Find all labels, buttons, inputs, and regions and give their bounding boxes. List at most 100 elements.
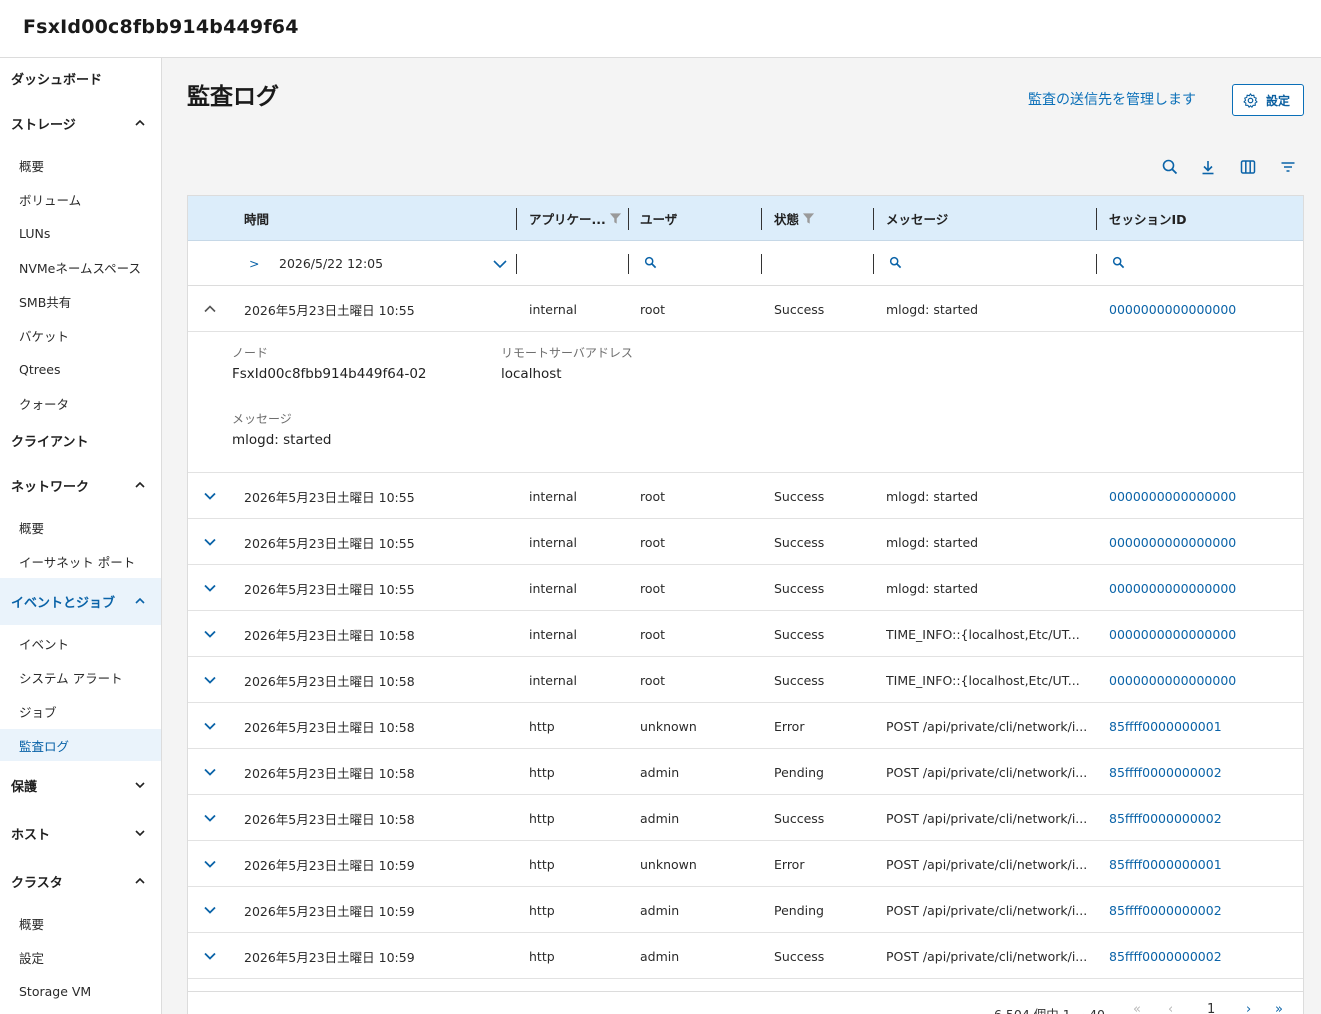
sidebar-item-smb-shares[interactable]: SMB共有: [0, 286, 161, 316]
sidebar-item-dashboard[interactable]: ダッシュボード: [0, 63, 161, 93]
search-icon[interactable]: [1112, 256, 1125, 269]
sidebar-item-luns[interactable]: LUNs: [0, 218, 161, 248]
sidebar-item-storage-vm[interactable]: Storage VM: [0, 976, 161, 1006]
table-row[interactable]: 2026年5月23日土曜日 10:55 internal root Success ml…: [188, 565, 1303, 611]
search-icon[interactable]: [1161, 158, 1179, 176]
row-detail-panel: ノード FsxId00c8fbb914b449f64-02 リモートサーバアドレ…: [188, 332, 1303, 473]
sidebar-item-volumes[interactable]: ボリューム: [0, 184, 161, 214]
funnel-icon[interactable]: [609, 212, 622, 225]
sidebar-item-ethernet-ports[interactable]: イーサネット ポート: [0, 546, 161, 576]
last-page-button[interactable]: »: [1275, 1002, 1283, 1014]
sidebar-item-quotas[interactable]: クォータ: [0, 388, 161, 418]
funnel-icon[interactable]: [802, 212, 815, 225]
column-header-session-id[interactable]: セッションID: [1109, 196, 1187, 241]
sidebar-section-network[interactable]: ネットワーク: [0, 470, 161, 500]
chevron-down-icon[interactable]: [202, 580, 218, 596]
sidebar-item-storage-overview[interactable]: 概要: [0, 150, 161, 180]
cell-session-id[interactable]: 85ffff0000000002: [1109, 795, 1299, 841]
table-row[interactable]: 2026年5月23日土曜日 10:58 internal root Success TI…: [188, 657, 1303, 703]
sidebar-item-label: イーサネット ポート: [19, 554, 136, 570]
column-header-message[interactable]: メッセージ: [886, 196, 948, 241]
next-page-button[interactable]: ›: [1246, 1002, 1251, 1014]
sidebar-item-buckets[interactable]: バケット: [0, 320, 161, 350]
cell-session-id[interactable]: 0000000000000000: [1109, 473, 1299, 519]
cell-session-id[interactable]: 0000000000000000: [1109, 657, 1299, 703]
chevron-down-icon[interactable]: [202, 488, 218, 504]
chevron-down-icon[interactable]: [202, 672, 218, 688]
chevron-down-icon[interactable]: [202, 810, 218, 826]
cell-session-id[interactable]: 0000000000000000: [1109, 519, 1299, 565]
sidebar-item-audit-log[interactable]: 監査ログ: [0, 729, 161, 761]
cell-session-id[interactable]: 85ffff0000000001: [1109, 841, 1299, 887]
search-icon[interactable]: [889, 256, 902, 269]
chevron-down-icon: [135, 782, 145, 789]
column-header-user[interactable]: ユーザ: [640, 196, 677, 241]
column-header-state[interactable]: 状態: [774, 196, 815, 241]
column-header-application[interactable]: アプリケー...: [529, 196, 622, 241]
sidebar-item-events[interactable]: イベント: [0, 628, 161, 658]
sidebar-item-nvme-namespaces[interactable]: NVMeネームスペース: [0, 252, 161, 282]
chevron-down-icon[interactable]: [202, 718, 218, 734]
column-resizer[interactable]: [516, 208, 517, 230]
sidebar-section-protection[interactable]: 保護: [0, 770, 161, 800]
sidebar-item-jobs[interactable]: ジョブ: [0, 696, 161, 726]
manage-destinations-link[interactable]: 監査の送信先を管理します: [1028, 89, 1196, 109]
cell-session-id[interactable]: 0000000000000000: [1109, 611, 1299, 657]
cell-message: POST /api/private/cli/network/i...: [886, 764, 1088, 780]
table-row[interactable]: 2026年5月23日土曜日 10:59 http admin Success POST …: [188, 933, 1303, 979]
filter-row: > 2026/5/22 12:05: [188, 241, 1303, 286]
sidebar-section-cluster[interactable]: クラスタ: [0, 866, 161, 896]
table-row[interactable]: 2026年5月23日土曜日 10:58 internal root Success TI…: [188, 611, 1303, 657]
sidebar-item-cluster-overview[interactable]: 概要: [0, 908, 161, 938]
column-resizer[interactable]: [761, 208, 762, 230]
table-row[interactable]: 2026年5月23日土曜日 10:55 internal root Succes…: [188, 286, 1303, 332]
table-row[interactable]: 2026年5月23日土曜日 10:55 internal root Success ml…: [188, 473, 1303, 519]
download-icon[interactable]: [1199, 158, 1217, 176]
sidebar-item-network-overview[interactable]: 概要: [0, 512, 161, 542]
sidebar-item-qtrees[interactable]: Qtrees: [0, 354, 161, 384]
chevron-down-icon[interactable]: [202, 534, 218, 550]
column-resizer[interactable]: [628, 208, 629, 230]
column-resizer[interactable]: [1096, 208, 1097, 230]
sidebar-section-events-jobs[interactable]: イベントとジョブ: [0, 578, 161, 625]
cell-session-id[interactable]: 0000000000000000: [1109, 286, 1299, 332]
table-row[interactable]: 2026年5月23日土曜日 10:59 http admin Pending POST …: [188, 887, 1303, 933]
search-icon[interactable]: [644, 256, 657, 269]
cell-session-id[interactable]: 85ffff0000000002: [1109, 933, 1299, 979]
table-row[interactable]: 2026年5月23日土曜日 10:59 http unknown Error POST …: [188, 841, 1303, 887]
columns-icon[interactable]: [1239, 158, 1257, 176]
chevron-down-icon[interactable]: [202, 764, 218, 780]
cell-state: Error: [774, 856, 805, 872]
cell-state: Success: [774, 672, 825, 688]
filter-icon[interactable]: [1279, 158, 1297, 176]
column-header-time[interactable]: 時間: [244, 196, 269, 241]
cell-session-id[interactable]: 85ffff0000000002: [1109, 749, 1299, 795]
date-range-expander[interactable]: >: [249, 241, 259, 286]
sidebar-item-clients[interactable]: クライアント: [0, 425, 161, 455]
cell-session-id[interactable]: 0000000000000000: [1109, 565, 1299, 611]
first-page-button[interactable]: «: [1133, 1002, 1141, 1014]
cell-session-id[interactable]: 85ffff0000000001: [1109, 703, 1299, 749]
table-row[interactable]: 2026年5月23日土曜日 10:58 http admin Success POST …: [188, 795, 1303, 841]
prev-page-button[interactable]: ‹: [1168, 1002, 1173, 1014]
table-row[interactable]: 2026年5月23日土曜日 10:55 internal root Success ml…: [188, 519, 1303, 565]
sidebar-section-storage[interactable]: ストレージ: [0, 108, 161, 138]
filter-separator: [873, 254, 874, 274]
chevron-down-icon[interactable]: [492, 257, 508, 271]
sidebar-item-system-alerts[interactable]: システム アラート: [0, 662, 161, 692]
cell-session-id[interactable]: 85ffff0000000002: [1109, 887, 1299, 933]
sidebar-item-cluster-settings[interactable]: 設定: [0, 942, 161, 972]
chevron-up-icon[interactable]: [202, 301, 218, 317]
settings-button[interactable]: 設定: [1232, 84, 1304, 116]
sidebar-item-label: クォータ: [19, 396, 70, 412]
sidebar-item-label: Storage VM: [19, 983, 92, 999]
table-row[interactable]: 2026年5月23日土曜日 10:58 http admin Pending POST …: [188, 749, 1303, 795]
date-filter-value[interactable]: 2026/5/22 12:05: [279, 241, 383, 286]
sidebar-section-hosts[interactable]: ホスト: [0, 818, 161, 848]
chevron-down-icon[interactable]: [202, 902, 218, 918]
column-resizer[interactable]: [873, 208, 874, 230]
table-row[interactable]: 2026年5月23日土曜日 10:58 http unknown Error POST …: [188, 703, 1303, 749]
chevron-down-icon[interactable]: [202, 626, 218, 642]
chevron-down-icon[interactable]: [202, 948, 218, 964]
chevron-down-icon[interactable]: [202, 856, 218, 872]
